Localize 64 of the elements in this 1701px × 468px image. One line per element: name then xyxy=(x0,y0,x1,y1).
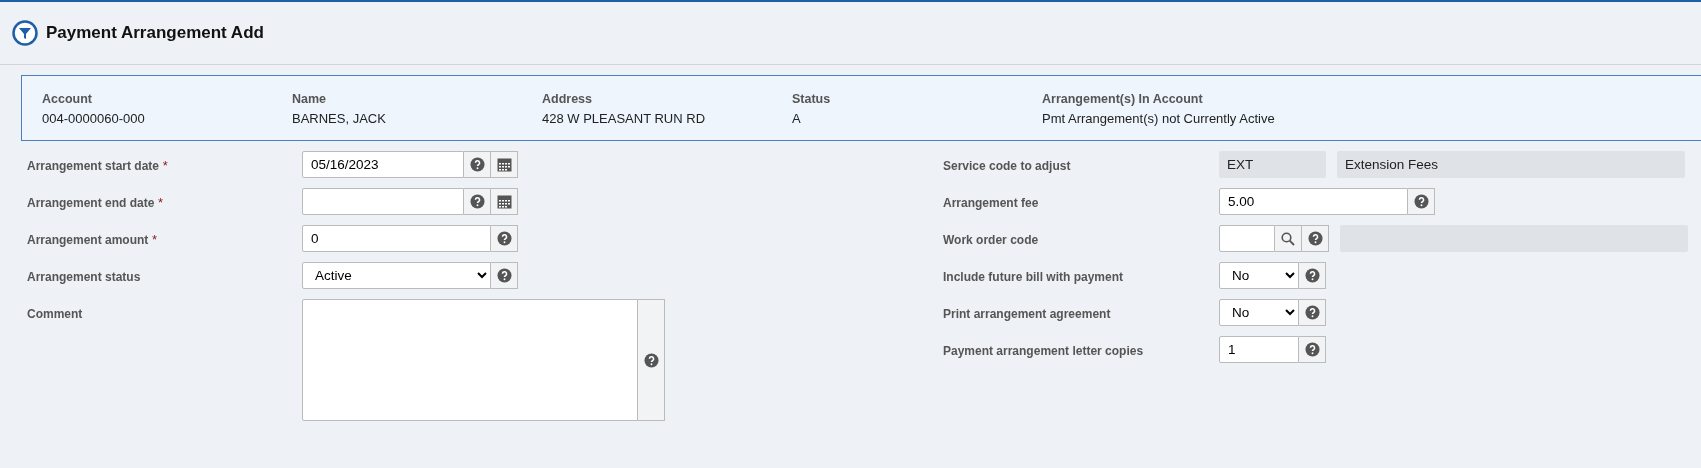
search-icon xyxy=(1281,231,1295,246)
field-value: 428 W PLEASANT RUN RD xyxy=(542,109,707,128)
help-icon xyxy=(469,194,485,209)
field-label: Name xyxy=(292,91,328,108)
help-button[interactable] xyxy=(638,299,665,421)
help-icon xyxy=(469,157,485,172)
readonly-field: EXT xyxy=(1219,151,1326,178)
field-label: Arrangement amount xyxy=(27,233,149,247)
date-field[interactable] xyxy=(302,188,464,215)
help-icon xyxy=(1304,342,1320,357)
field-label: Address xyxy=(542,91,594,108)
field-label: Service code to adjust xyxy=(943,159,1071,173)
help-icon xyxy=(496,268,512,283)
help-icon xyxy=(496,231,512,246)
calendar-button[interactable] xyxy=(491,188,518,215)
field-label: Arrangement status xyxy=(27,270,141,284)
search-button[interactable] xyxy=(1275,225,1302,252)
date-field[interactable]: 05/16/2023 xyxy=(302,151,464,178)
help-button[interactable] xyxy=(464,151,491,178)
field-value: Pmt Arrangement(s) not Currently Active xyxy=(1042,109,1276,128)
help-button[interactable] xyxy=(1299,262,1326,289)
dropdown[interactable]: No xyxy=(1219,262,1299,289)
input-field[interactable]: 5.00 xyxy=(1219,188,1408,215)
field-label: Status xyxy=(792,91,832,108)
help-icon xyxy=(1307,231,1323,246)
calendar-icon xyxy=(496,194,512,209)
help-button[interactable] xyxy=(491,225,518,252)
field-value: BARNES, JACK xyxy=(292,109,387,128)
dropdown[interactable]: Active xyxy=(302,262,491,289)
field-value: 004-0000060-000 xyxy=(42,109,146,128)
required-marker: * xyxy=(162,158,168,173)
help-icon xyxy=(1304,305,1320,320)
field-label: Payment arrangement letter copies xyxy=(943,344,1144,358)
required-marker: * xyxy=(152,232,158,247)
field-label: Arrangement end date xyxy=(27,196,155,210)
help-button[interactable] xyxy=(464,188,491,215)
field-label: Print arrangement agreement xyxy=(943,307,1111,321)
field-label: Comment xyxy=(27,307,83,321)
dropdown[interactable]: No xyxy=(1219,299,1299,326)
page-title: Payment Arrangement Add xyxy=(46,22,264,45)
comment-field[interactable] xyxy=(302,299,638,421)
field-label: Account xyxy=(42,91,93,108)
field-label: Arrangement fee xyxy=(943,196,1039,210)
field-label: Arrangement(s) In Account xyxy=(1042,91,1204,108)
help-icon xyxy=(1413,194,1429,209)
filter-icon[interactable] xyxy=(12,20,38,46)
input-field[interactable]: 0 xyxy=(302,225,491,252)
required-marker: * xyxy=(158,195,164,210)
help-button[interactable] xyxy=(1302,225,1329,252)
field-label: Arrangement start date xyxy=(27,159,160,173)
input-field[interactable]: 1 xyxy=(1219,336,1299,363)
field-label: Work order code xyxy=(943,233,1039,247)
help-button[interactable] xyxy=(1299,336,1326,363)
help-button[interactable] xyxy=(491,262,518,289)
field-value: A xyxy=(792,109,802,128)
help-button[interactable] xyxy=(1408,188,1435,215)
field-label: Include future bill with payment xyxy=(943,270,1123,284)
help-icon xyxy=(643,352,659,368)
calendar-icon xyxy=(496,157,512,172)
readonly-field: Extension Fees xyxy=(1337,151,1685,178)
calendar-button[interactable] xyxy=(491,151,518,178)
help-button[interactable] xyxy=(1299,299,1326,326)
input-field[interactable] xyxy=(1219,225,1275,252)
help-icon xyxy=(1304,268,1320,283)
